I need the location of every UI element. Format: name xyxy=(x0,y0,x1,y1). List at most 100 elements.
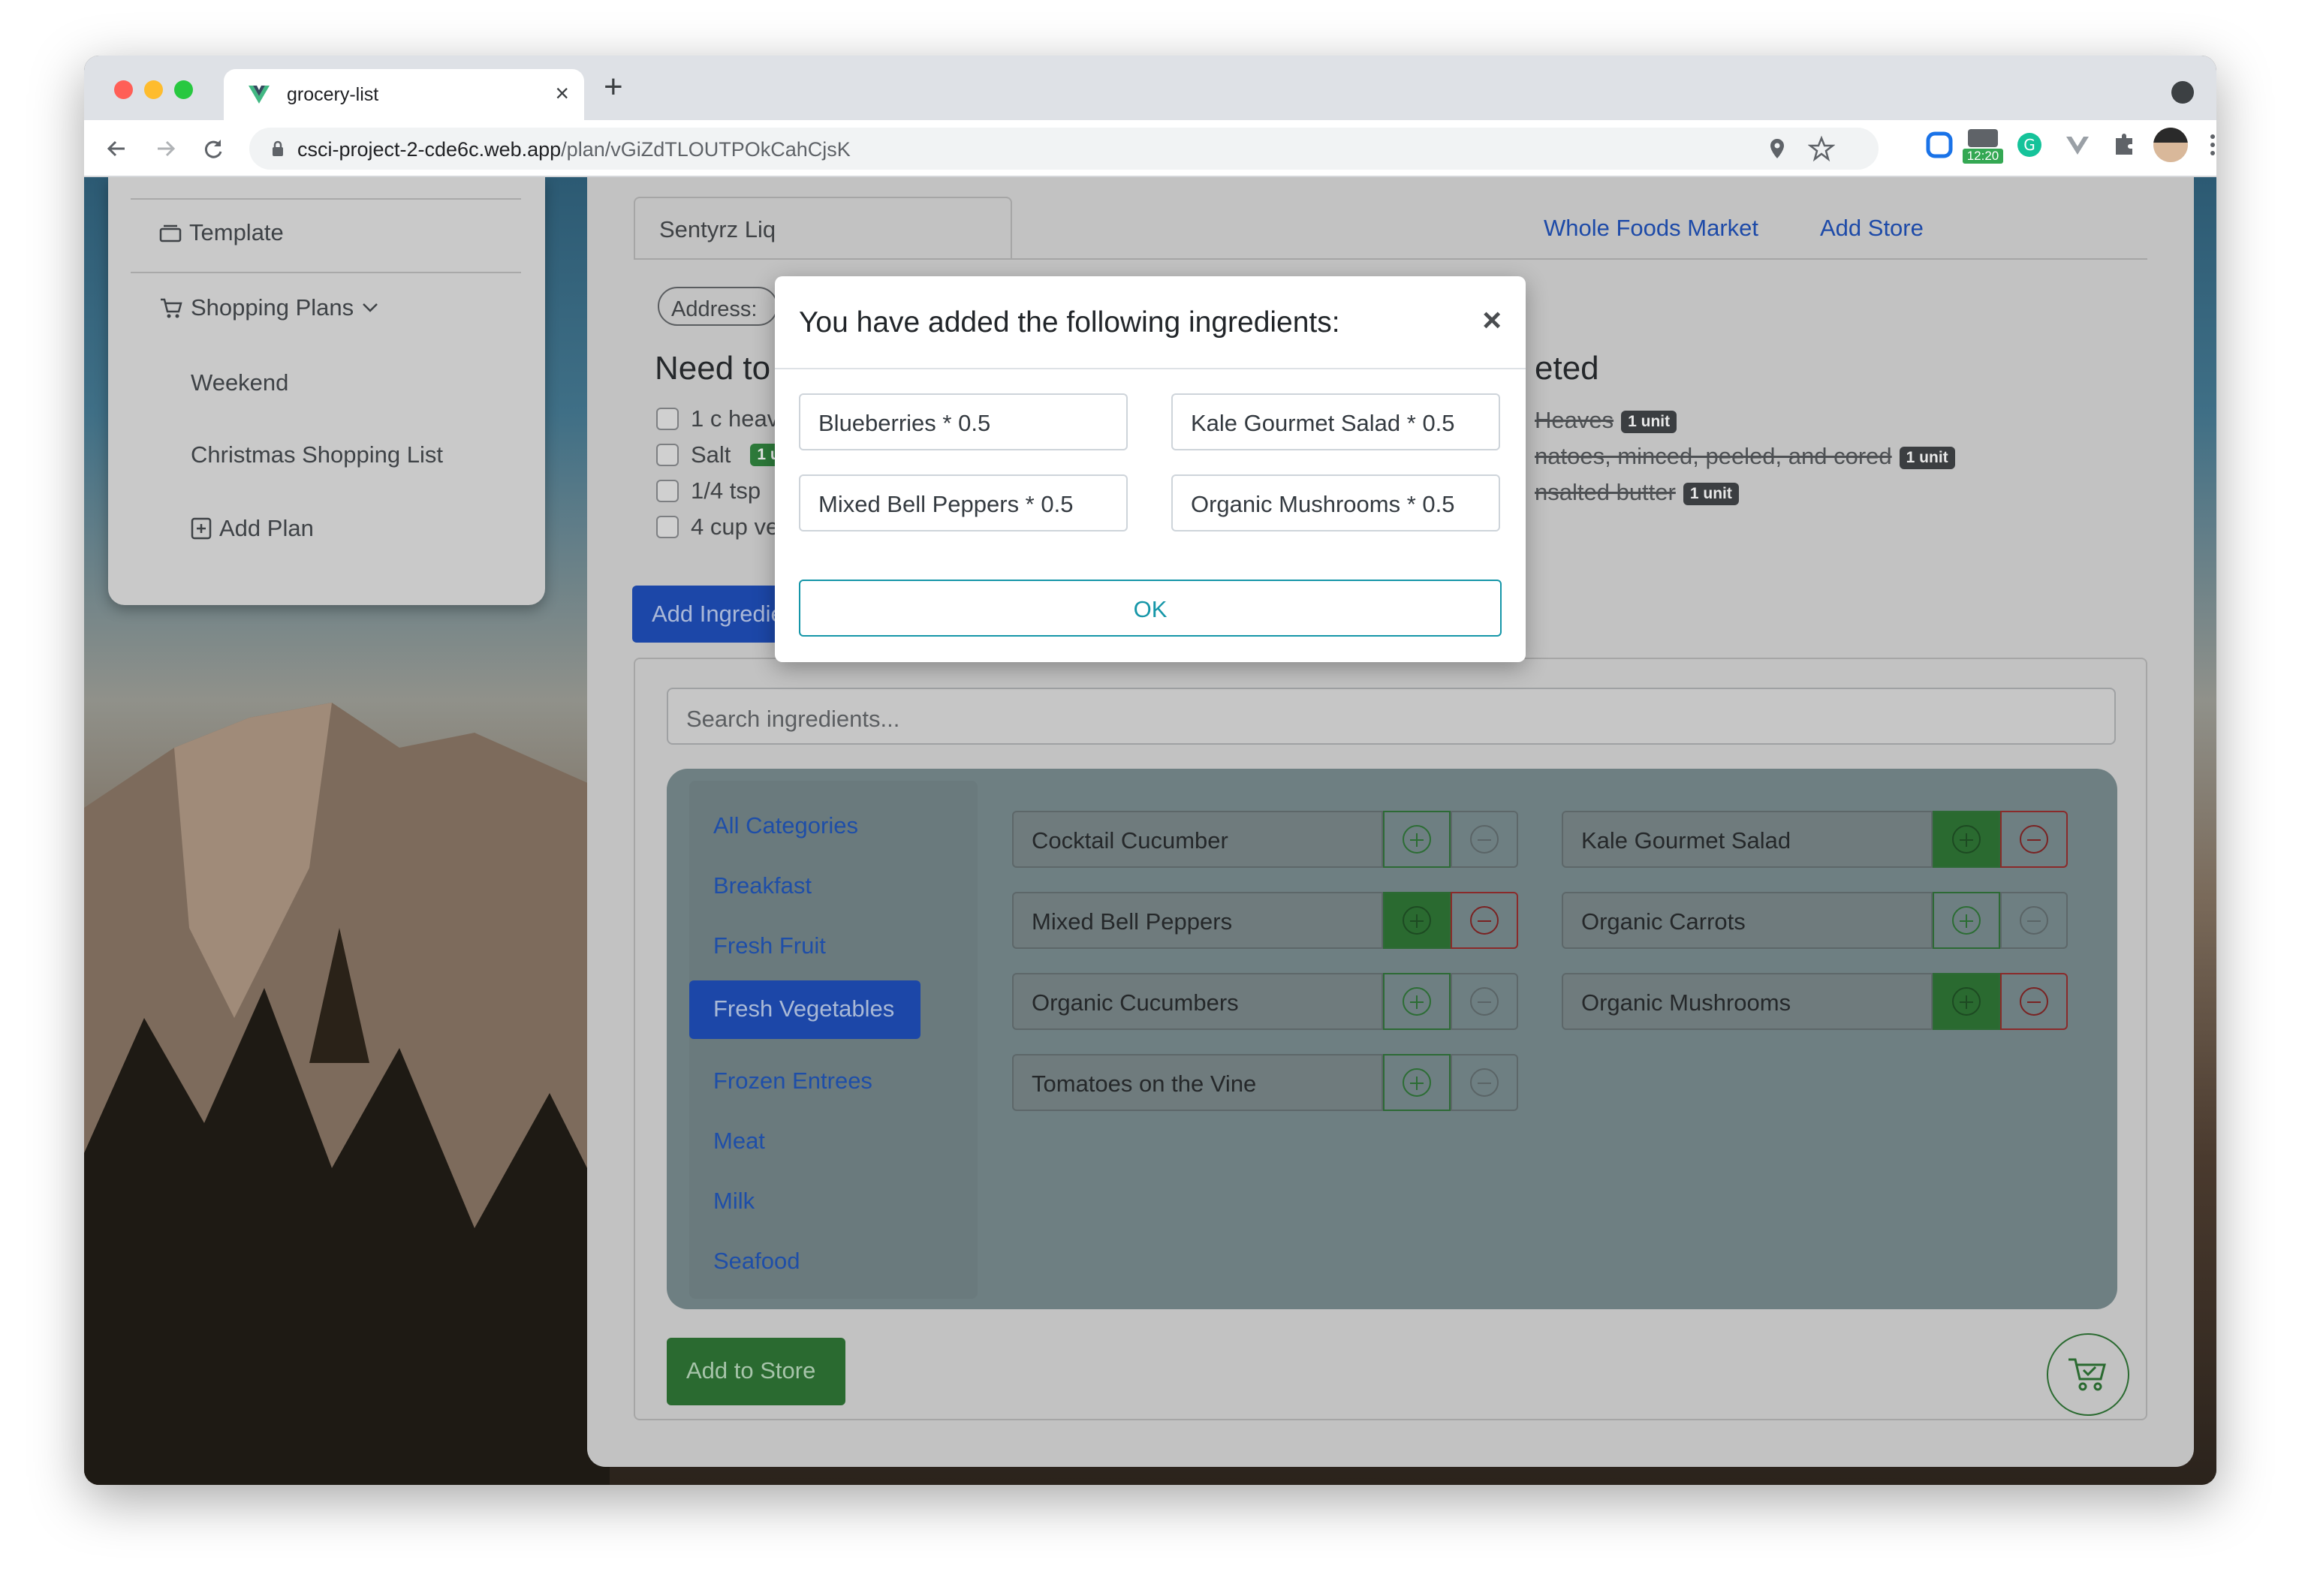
completed-item[interactable]: natoes, minced, peeled, and cored 1 unit xyxy=(1535,443,1955,470)
divider xyxy=(131,272,521,273)
extension-shield-icon[interactable] xyxy=(1922,128,1957,162)
minus-icon xyxy=(1470,906,1499,935)
divider xyxy=(131,198,521,200)
ingredient-name: Organic Cucumbers xyxy=(1012,973,1383,1030)
browser-menu-icon[interactable] xyxy=(2195,128,2216,162)
checkbox[interactable] xyxy=(656,444,679,466)
decrease-button[interactable] xyxy=(2000,811,2068,868)
vue-logo-icon xyxy=(249,86,270,104)
increase-button[interactable] xyxy=(1383,892,1451,949)
sidebar-item-add-plan[interactable]: Add Plan xyxy=(191,515,314,542)
grammarly-icon[interactable]: G xyxy=(2012,128,2047,162)
svg-text:G: G xyxy=(2023,136,2035,154)
add-to-store-button[interactable]: Add to Store xyxy=(667,1338,845,1405)
increase-button[interactable] xyxy=(1933,973,2000,1030)
increase-button[interactable] xyxy=(1383,811,1451,868)
tab-search-icon[interactable] xyxy=(2171,81,2194,104)
extension-calendar-icon[interactable]: 12:20 xyxy=(1963,129,2003,164)
forward-icon[interactable] xyxy=(150,134,180,164)
reload-icon[interactable] xyxy=(198,134,228,164)
completed-item[interactable]: Heaves 1 unit xyxy=(1535,407,1677,434)
back-icon[interactable] xyxy=(102,134,132,164)
minus-icon xyxy=(2020,906,2048,935)
address-badge: Address: xyxy=(658,287,778,326)
category-breakfast[interactable]: Breakfast xyxy=(713,872,812,899)
category-fresh-fruit[interactable]: Fresh Fruit xyxy=(713,932,826,959)
added-ingredient-field[interactable]: Mixed Bell Peppers * 0.5 xyxy=(799,474,1128,531)
close-tab-icon[interactable]: × xyxy=(555,80,569,107)
checkbox[interactable] xyxy=(656,408,679,430)
browser-tab[interactable]: grocery-list × xyxy=(224,69,584,120)
search-input[interactable]: Search ingredients... xyxy=(667,688,2116,745)
checkbox[interactable] xyxy=(656,516,679,538)
unit-badge: 1 unit xyxy=(1621,410,1677,433)
address-bar[interactable]: csci-project-2-cde6c.web.app/plan/vGiZdT… xyxy=(249,128,1879,170)
list-item[interactable]: 4 cup ve xyxy=(656,513,779,541)
decrease-button[interactable] xyxy=(2000,892,2068,949)
plus-icon xyxy=(1403,825,1431,854)
close-window-button[interactable] xyxy=(114,80,133,99)
increase-button[interactable] xyxy=(1933,811,2000,868)
list-item[interactable]: 1/4 tsp xyxy=(656,477,761,504)
bookmark-star-icon[interactable] xyxy=(1808,135,1835,162)
minus-icon xyxy=(1470,987,1499,1016)
new-tab-button[interactable]: + xyxy=(604,71,623,104)
ingredient-row: Organic Cucumbers xyxy=(1012,973,1518,1030)
sidebar-item-template[interactable]: Template xyxy=(159,219,284,246)
url-text: csci-project-2-cde6c.web.app/plan/vGiZdT… xyxy=(297,138,851,161)
sidebar-item-label: Template xyxy=(189,219,284,245)
minus-icon xyxy=(1470,825,1499,854)
ingredient-name: Organic Mushrooms xyxy=(1562,973,1933,1030)
category-fresh-vegetables[interactable]: Fresh Vegetables xyxy=(689,980,921,1039)
added-ingredient-field[interactable]: Organic Mushrooms * 0.5 xyxy=(1171,474,1500,531)
puzzle-extensions-icon[interactable] xyxy=(2107,128,2141,162)
minimize-window-button[interactable] xyxy=(144,80,163,99)
browser-window: grocery-list × + csci-project-2-cde6c.we… xyxy=(84,56,2216,1485)
decrease-button[interactable] xyxy=(2000,973,2068,1030)
plus-icon xyxy=(1952,825,1981,854)
category-all[interactable]: All Categories xyxy=(713,812,858,839)
plus-icon xyxy=(1952,987,1981,1016)
sidebar-item-shopping-plans[interactable]: Shopping Plans xyxy=(159,294,379,321)
sidebar: Template Shopping Plans Weekend Christma… xyxy=(108,177,545,605)
decrease-button[interactable] xyxy=(1451,973,1518,1030)
location-icon[interactable] xyxy=(1766,137,1788,161)
category-milk[interactable]: Milk xyxy=(713,1188,755,1215)
add-store-link[interactable]: Add Store xyxy=(1820,215,1924,242)
unit-badge: 1 unit xyxy=(1899,446,1955,469)
category-meat[interactable]: Meat xyxy=(713,1128,765,1155)
close-icon[interactable]: × xyxy=(1482,302,1502,339)
ingredient-name: Cocktail Cucumber xyxy=(1012,811,1383,868)
increase-button[interactable] xyxy=(1383,973,1451,1030)
category-frozen-entrees[interactable]: Frozen Entrees xyxy=(713,1068,872,1095)
unit-badge: 1 unit xyxy=(1683,482,1739,505)
increase-button[interactable] xyxy=(1933,892,2000,949)
tab-whole-foods-market[interactable]: Whole Foods Market xyxy=(1544,215,1758,242)
plus-icon xyxy=(1952,906,1981,935)
sidebar-item-label: Add Plan xyxy=(219,515,314,541)
need-heading: Need to xyxy=(655,350,771,387)
increase-button[interactable] xyxy=(1383,1054,1451,1111)
maximize-window-button[interactable] xyxy=(174,80,193,99)
vue-devtools-icon[interactable] xyxy=(2060,128,2095,162)
sidebar-item-weekend[interactable]: Weekend xyxy=(191,369,288,396)
completed-item[interactable]: nsalted butter 1 unit xyxy=(1535,479,1739,506)
list-item[interactable]: 1 c heav xyxy=(656,405,779,432)
mountain-background xyxy=(84,703,610,1485)
decrease-button[interactable] xyxy=(1451,811,1518,868)
sidebar-item-christmas-shopping-list[interactable]: Christmas Shopping List xyxy=(191,441,443,468)
tab-store-active[interactable]: Sentyrz Liq xyxy=(634,197,1012,260)
cart-button[interactable] xyxy=(2047,1333,2129,1416)
profile-avatar[interactable] xyxy=(2153,128,2188,162)
chevron-down-icon xyxy=(363,303,378,312)
checkbox[interactable] xyxy=(656,480,679,502)
ok-button[interactable]: OK xyxy=(799,580,1502,637)
added-ingredient-field[interactable]: Kale Gourmet Salad * 0.5 xyxy=(1171,393,1500,450)
decrease-button[interactable] xyxy=(1451,1054,1518,1111)
category-seafood[interactable]: Seafood xyxy=(713,1248,800,1275)
added-ingredient-field[interactable]: Blueberries * 0.5 xyxy=(799,393,1128,450)
ingredient-row: Mixed Bell Peppers xyxy=(1012,892,1518,949)
plus-icon xyxy=(1403,906,1431,935)
decrease-button[interactable] xyxy=(1451,892,1518,949)
ingredient-row: Organic Carrots xyxy=(1562,892,2068,949)
